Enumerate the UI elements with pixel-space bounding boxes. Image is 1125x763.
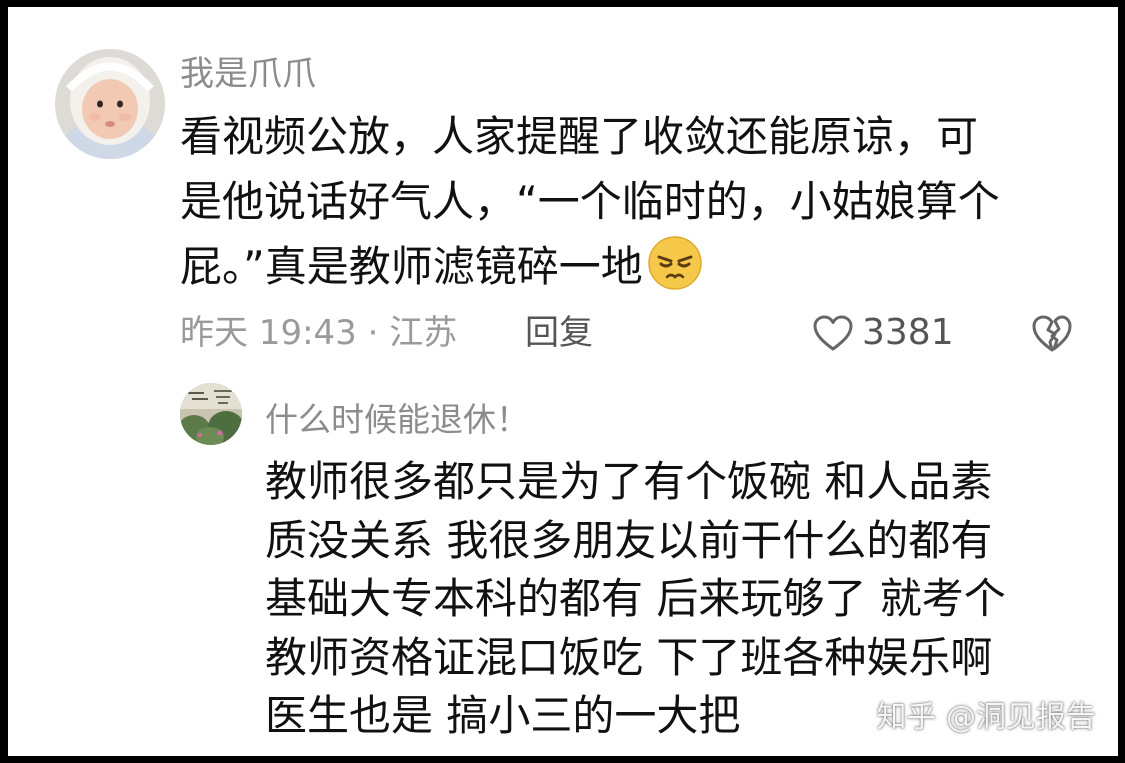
reply-button[interactable]: 回复 bbox=[525, 307, 593, 359]
comment-text: 看视频公放，人家提醒了收敛还能原谅，可 是他说话好气人，“一个临时的，小姑娘算个… bbox=[180, 104, 1080, 299]
comment-text-line: 是他说话好气人，“一个临时的，小姑娘算个 bbox=[180, 177, 1000, 226]
dislike-button[interactable] bbox=[1030, 312, 1074, 354]
reply-text-line: 教师资格证混口饭吃 下了班各种娱乐啊 bbox=[265, 632, 993, 682]
comment-text-line: 屁。”真是教师滤镜碎一地 bbox=[180, 234, 1080, 299]
comment-time-location: 昨天 19:43 · 江苏 bbox=[180, 313, 458, 353]
reply-text-line: 教师很多都只是为了有个饭碗 和人品素 bbox=[265, 457, 993, 506]
squint-annoyed-emoji-icon bbox=[647, 235, 703, 291]
like-button[interactable]: 3381 bbox=[812, 307, 954, 359]
reply-username[interactable]: 什么时候能退休！ bbox=[265, 395, 529, 445]
heart-outline-icon bbox=[813, 315, 853, 351]
comment-meta-row: 昨天 19:43 · 江苏 回复 3381 bbox=[180, 307, 1090, 359]
user-avatar[interactable] bbox=[55, 49, 165, 159]
comment-card: 我是爪爪 看视频公放，人家提醒了收敛还能原谅，可 是他说话好气人，“一个临时的，… bbox=[8, 7, 1118, 756]
zhihu-watermark: 知乎 @洞见报告 bbox=[876, 700, 1096, 735]
comment-username[interactable]: 我是爪爪 bbox=[180, 47, 316, 101]
like-count: 3381 bbox=[862, 312, 954, 353]
comment-text-line-last: 屁。”真是教师滤镜碎一地 bbox=[180, 242, 643, 291]
plant-photo-avatar-icon bbox=[180, 383, 242, 445]
comment-text-line: 看视频公放，人家提醒了收敛还能原谅，可 bbox=[180, 112, 979, 161]
reply-user-avatar[interactable] bbox=[180, 383, 242, 445]
reply-text-line: 质没关系 我很多朋友以前干什么的都有 bbox=[265, 515, 993, 565]
broken-heart-icon bbox=[1032, 315, 1072, 352]
reply-text-line: 基础大专本科的都有 后来玩够了 就考个 bbox=[265, 574, 1006, 623]
baby-photo-avatar-icon bbox=[55, 49, 165, 159]
